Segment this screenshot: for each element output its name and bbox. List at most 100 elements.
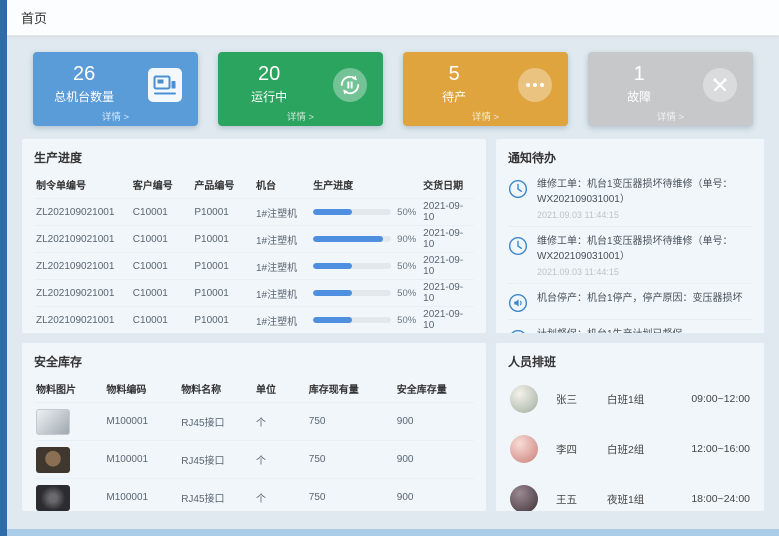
notification-text: 机台停产：机台1停产，停产原因：变压器损坏: [537, 291, 743, 306]
progress-cell: 50%: [311, 280, 421, 307]
date-cell: 2021-09-10: [421, 226, 474, 253]
name-cell: RJ45接口: [179, 441, 254, 479]
notification-time: 2021.09.03 11:44:15: [537, 267, 752, 277]
table-row: ZL202109021001 C10001 P10001 1#注塑机 50%: [34, 253, 474, 280]
header-cell: 物料名称: [179, 374, 254, 403]
notification-text: 维修工单：机台1变压器损坏待维修（单号：WX202109031001）: [537, 177, 752, 207]
stat-value: 5: [449, 63, 460, 86]
table-row: ZL202109021001 C10001 P10001 1#注塑机 90%: [34, 226, 474, 253]
table-row: M100001 RJ45接口 个 750 900: [34, 441, 474, 479]
schedule-row: 李四 白班2组 12:00~16:00: [508, 424, 752, 474]
staff-name: 张三: [556, 392, 607, 407]
date-cell: 2021-09-10: [421, 199, 474, 226]
stat-label: 故障: [627, 88, 651, 105]
material-photo: [36, 447, 70, 473]
order-cell: ZL202109021001: [34, 253, 131, 280]
stat-label: 运行中: [251, 88, 287, 105]
table-header-row: 物料图片 物料编码 物料名称 单位 库存现有量 安全库存量: [34, 374, 474, 403]
cycle-icon: [333, 68, 367, 102]
product-cell: P10001: [192, 226, 254, 253]
speaker-icon: [508, 293, 528, 313]
stat-card-pending: 5 待产 详情 >: [403, 52, 568, 126]
schedule-row: 张三 白班1组 09:00~12:00: [508, 374, 752, 424]
notification-text: 计划督促：机台1生产计划已督促: [537, 327, 683, 334]
ellipsis-icon: [518, 68, 552, 102]
machine-cell: 1#注塑机: [254, 253, 311, 280]
code-cell: M100001: [104, 403, 179, 441]
page-title-tab[interactable]: 首页: [21, 8, 47, 27]
notification-item[interactable]: 维修工单：机台1变压器损坏待维修（单号：WX202109031001） 2021…: [508, 227, 752, 284]
stock-cell: 750: [307, 441, 395, 479]
speaker-icon: [508, 329, 528, 334]
staff-avatar: [510, 435, 538, 463]
staff-avatar: [510, 385, 538, 413]
stat-label: 总机台数量: [54, 88, 114, 105]
table-row: ZL202109021001 C10001 P10001 1#注塑机 50%: [34, 199, 474, 226]
window-left-border: [0, 0, 7, 536]
header-cell: 物料编码: [104, 374, 179, 403]
app-window: 首页 26 总机台数量: [0, 0, 779, 536]
unit-cell: 个: [254, 403, 307, 441]
machine-icon: [148, 68, 182, 102]
staff-shift: 白班1组: [607, 392, 691, 407]
stat-card-main: 20 运行中: [218, 63, 320, 105]
customer-cell: C10001: [131, 253, 193, 280]
staff-shift: 夜班1组: [607, 492, 691, 507]
stat-card-main: 1 故障: [588, 63, 690, 105]
stat-value: 26: [73, 63, 95, 86]
table-row: ZL202109021001 C10001 P10001 1#注塑机 50%: [34, 280, 474, 307]
material-photo: [36, 485, 70, 511]
customer-cell: C10001: [131, 226, 193, 253]
customer-cell: C10001: [131, 307, 193, 334]
table-header-row: 制令单编号 客户编号 产品编号 机台 生产进度 交货日期: [34, 170, 474, 199]
panel-title: 生产进度: [34, 149, 474, 166]
image-cell: [34, 441, 104, 479]
safety-cell: 900: [395, 479, 474, 513]
panels-grid: 生产进度 制令单编号 客户编号 产品编号 机台 生产进度 交货日期: [19, 126, 767, 512]
safety-cell: 900: [395, 441, 474, 479]
name-cell: RJ45接口: [179, 479, 254, 513]
order-cell: ZL202109021001: [34, 280, 131, 307]
notification-item[interactable]: 机台停产：机台1停产，停产原因：变压器损坏: [508, 284, 752, 320]
notification-item[interactable]: 计划督促：机台1生产计划已督促 2021.09.03 11:44:15: [508, 320, 752, 334]
progress-cell: 50%: [311, 199, 421, 226]
image-cell: [34, 479, 104, 513]
staff-avatar: [510, 485, 538, 512]
panel-title: 通知待办: [508, 149, 752, 166]
header-cell: 物料图片: [34, 374, 104, 403]
tools-icon: [703, 68, 737, 102]
notification-item[interactable]: 维修工单：机台1变压器损坏待维修（单号：WX202109031001） 2021…: [508, 170, 752, 227]
panel-title: 人员排班: [508, 353, 752, 370]
header-cell: 制令单编号: [34, 170, 131, 199]
product-cell: P10001: [192, 307, 254, 334]
stat-card-running: 20 运行中: [218, 52, 383, 126]
code-cell: M100001: [104, 479, 179, 513]
clock-icon: [508, 179, 528, 199]
date-cell: 2021-09-10: [421, 280, 474, 307]
progress-bar: 50%: [313, 261, 419, 272]
product-cell: P10001: [192, 199, 254, 226]
panel-title: 安全库存: [34, 353, 474, 370]
stock-cell: 750: [307, 479, 395, 513]
customer-cell: C10001: [131, 199, 193, 226]
order-cell: ZL202109021001: [34, 226, 131, 253]
stat-card-main: 5 待产: [403, 63, 505, 105]
stat-card-total-machines: 26 总机台数量 详情 >: [33, 52, 198, 126]
dashboard-content: 26 总机台数量 详情 > 20: [7, 36, 779, 512]
notification-time: 2021.09.03 11:44:15: [537, 210, 752, 220]
card-detail-link[interactable]: 详情 >: [33, 109, 198, 123]
card-detail-link[interactable]: 详情 >: [403, 109, 568, 123]
code-cell: M100001: [104, 441, 179, 479]
progress-label: 50%: [397, 288, 416, 299]
progress-label: 50%: [397, 315, 416, 326]
card-detail-link[interactable]: 详情 >: [218, 109, 383, 123]
stat-value: 20: [258, 63, 280, 86]
card-detail-link[interactable]: 详情 >: [588, 109, 753, 123]
progress-cell: 50%: [311, 307, 421, 334]
stat-value: 1: [634, 63, 645, 86]
staff-time: 18:00~24:00: [691, 493, 750, 505]
production-progress-panel: 生产进度 制令单编号 客户编号 产品编号 机台 生产进度 交货日期: [21, 138, 487, 334]
staff-time: 09:00~12:00: [691, 393, 750, 405]
progress-cell: 90%: [311, 226, 421, 253]
progress-label: 90%: [397, 234, 416, 245]
